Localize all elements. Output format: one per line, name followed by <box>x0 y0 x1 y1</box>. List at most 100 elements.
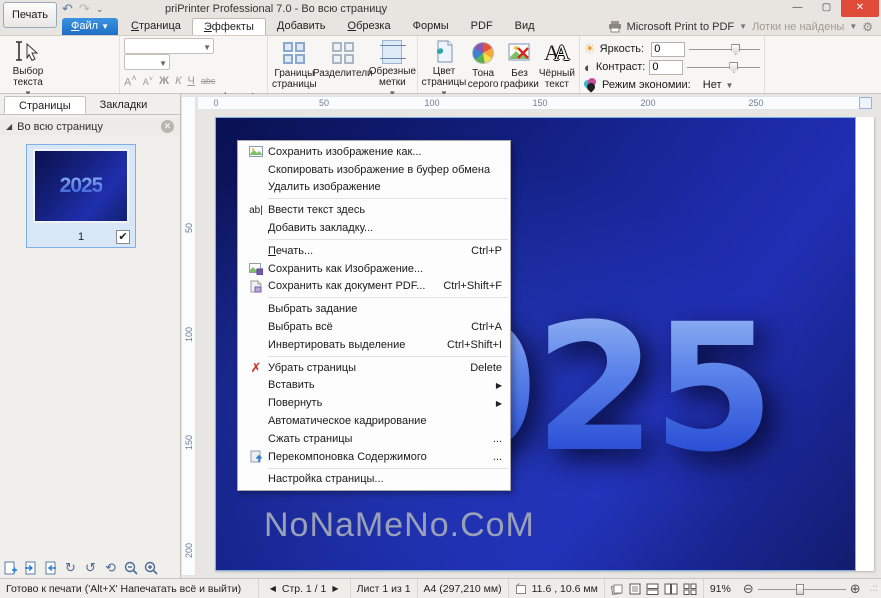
brightness-slider[interactable] <box>689 42 760 56</box>
tab-crop[interactable]: Обрезка <box>337 18 402 35</box>
menu-item-enter-text-here[interactable]: ab| Ввести текст здесь <box>238 201 510 219</box>
bold-button[interactable]: Ж <box>159 75 169 87</box>
grow-font-button[interactable]: А˄ <box>124 73 137 89</box>
gear-icon[interactable]: ⚙ <box>862 20 873 34</box>
black-text-button[interactable]: AA Чёрный текст <box>539 38 575 92</box>
close-button[interactable]: ✕ <box>841 0 879 17</box>
menu-item-save-image-as[interactable]: Сохранить изображение как... <box>238 143 510 161</box>
crop-marks-button[interactable]: Обрезные метки▼ <box>369 38 416 92</box>
menu-item-save-as-pdf[interactable]: Сохранить как документ PDF... Ctrl+Shift… <box>238 278 510 296</box>
quick-access-toolbar: ↶ ↷ ⌄ <box>62 1 103 17</box>
print-button[interactable]: Печать <box>3 2 57 28</box>
menu-item-invert-selection[interactable]: Инвертировать выделение Ctrl+Shift+I <box>238 336 510 354</box>
printer-caret-icon[interactable]: ▼ <box>739 22 747 31</box>
tab-pdf[interactable]: PDF <box>460 18 504 35</box>
titlebar: ↶ ↷ ⌄ priPrinter Professional 7.0 - Во в… <box>0 0 881 18</box>
facing-view-icon[interactable] <box>664 583 678 595</box>
reflow-icon <box>244 450 268 463</box>
undo-icon[interactable]: ↶ <box>62 1 73 17</box>
menu-item-paste[interactable]: Вставить ▶ <box>238 377 510 395</box>
context-menu: Сохранить изображение как... Скопировать… <box>237 140 511 491</box>
redo-icon[interactable]: ↷ <box>79 1 90 17</box>
zoom-in-icon[interactable]: ⊕ <box>850 581 861 597</box>
zoom-out-pages-icon[interactable] <box>122 559 139 576</box>
underline-button[interactable]: Ч <box>188 75 195 87</box>
grid-view-icon[interactable] <box>683 583 697 595</box>
menu-item-auto-crop[interactable]: Автоматическое кадрирование <box>238 412 510 430</box>
page-checkbox[interactable]: ✔ <box>116 230 130 244</box>
menu-item-page-setup[interactable]: Настройка страницы... <box>238 471 510 489</box>
prev-page-icon[interactable]: ◀ <box>264 584 282 593</box>
italic-button[interactable]: К <box>175 75 181 87</box>
font-size-combo[interactable]: ▼ <box>124 54 170 70</box>
tab-file[interactable]: Файл ▼ <box>62 18 118 35</box>
menu-item-reflow-content[interactable]: Перекомпоновка Содержимого ... <box>238 448 510 466</box>
menu-item-print[interactable]: Печать... Ctrl+P <box>238 242 510 260</box>
add-page-icon[interactable] <box>2 559 19 576</box>
collapse-triangle-icon[interactable]: ◢ <box>6 122 12 131</box>
contrast-input[interactable] <box>649 60 683 75</box>
paper-size-label[interactable]: A4 (297,210 мм) <box>418 579 509 598</box>
panel-tab-pages[interactable]: Страницы <box>4 96 86 114</box>
page-borders-button[interactable]: Границы страницы <box>272 38 317 92</box>
rotate-ccw-icon[interactable]: ↺ <box>82 559 99 576</box>
ink-economy-icon <box>584 78 598 92</box>
menu-item-add-bookmark[interactable]: Добавить закладку... <box>238 219 510 237</box>
tab-view[interactable]: Вид <box>504 18 546 35</box>
menu-item-save-as-image[interactable]: Сохранить как Изображение... <box>238 260 510 278</box>
customize-quick-access-icon[interactable]: ⌄ <box>96 4 104 15</box>
tab-add[interactable]: Добавить <box>266 18 337 35</box>
maximize-button[interactable]: ▢ <box>812 0 841 17</box>
select-text-button[interactable]: Выбор текста▼ <box>4 38 52 92</box>
ribbon-group-color: Цвет страницы▼ Тона серого Без графики A… <box>418 36 580 93</box>
page-color-button[interactable]: Цвет страницы▼ <box>422 38 466 92</box>
dividers-button[interactable]: Разделители <box>317 38 369 92</box>
text-cursor-arrow-icon <box>15 40 41 64</box>
tab-effects[interactable]: Эффекты <box>192 18 266 35</box>
strikethrough-button[interactable]: abc <box>201 76 216 86</box>
printer-icon <box>608 21 622 33</box>
tab-forms[interactable]: Формы <box>402 18 460 35</box>
menu-separator <box>268 356 508 357</box>
continuous-view-icon[interactable] <box>646 583 659 595</box>
zoom-out-icon[interactable]: ⊖ <box>743 581 754 597</box>
page-thumbnail[interactable]: 2025 1 ✔ <box>26 144 136 248</box>
printer-select[interactable]: Microsoft Print to PDF <box>627 21 735 33</box>
insert-page-after-icon[interactable] <box>42 559 59 576</box>
pages-stack-icon[interactable] <box>611 583 624 595</box>
menu-item-rotate[interactable]: Повернуть ▶ <box>238 394 510 412</box>
resize-grip[interactable]: .:: <box>867 583 881 594</box>
job-group-header[interactable]: ◢ Во всю страницу ✕ <box>0 118 180 135</box>
zoom-percent-label: 91% <box>704 579 737 598</box>
rotate-180-icon[interactable]: ⟲ <box>102 559 119 576</box>
no-graphics-button[interactable]: Без графики <box>500 38 539 92</box>
single-page-view-icon[interactable] <box>629 583 641 595</box>
brightness-input[interactable] <box>651 42 685 57</box>
zoom-slider[interactable] <box>758 583 846 595</box>
menu-item-delete-image[interactable]: Удалить изображение <box>238 179 510 197</box>
insert-page-before-icon[interactable] <box>22 559 39 576</box>
shrink-font-button[interactable]: А˅ <box>143 74 153 87</box>
tray-status[interactable]: Лотки не найдены <box>752 21 844 33</box>
tray-caret-icon[interactable]: ▼ <box>849 22 857 31</box>
black-text-icon: AA <box>544 40 570 66</box>
economy-select[interactable]: Нет <box>703 79 722 91</box>
contrast-slider[interactable] <box>687 60 760 74</box>
page-setup-icon[interactable] <box>859 97 872 109</box>
zoom-in-pages-icon[interactable] <box>142 559 159 576</box>
grayscale-button[interactable]: Тона серого <box>466 38 500 92</box>
menu-item-select-job[interactable]: Выбрать задание <box>238 300 510 318</box>
menu-item-remove-pages[interactable]: ✗ Убрать страницы Delete <box>238 359 510 377</box>
minimize-button[interactable]: — <box>783 0 812 17</box>
menu-item-copy-image[interactable]: Скопировать изображение в буфер обмена <box>238 161 510 179</box>
menu-item-shrink-pages[interactable]: Сжать страницы ... <box>238 430 510 448</box>
job-close-icon[interactable]: ✕ <box>161 120 174 133</box>
rotate-cw-icon[interactable]: ↻ <box>62 559 79 576</box>
economy-label: Режим экономии: <box>602 79 691 91</box>
next-page-icon[interactable]: ▶ <box>326 584 344 593</box>
font-family-combo[interactable]: ▼ <box>124 38 214 54</box>
panel-tab-bookmarks[interactable]: Закладки <box>86 96 162 114</box>
menu-item-select-all[interactable]: Выбрать всё Ctrl+A <box>238 318 510 336</box>
tab-page[interactable]: Страница <box>120 18 192 35</box>
economy-caret-icon[interactable]: ▼ <box>725 81 733 90</box>
